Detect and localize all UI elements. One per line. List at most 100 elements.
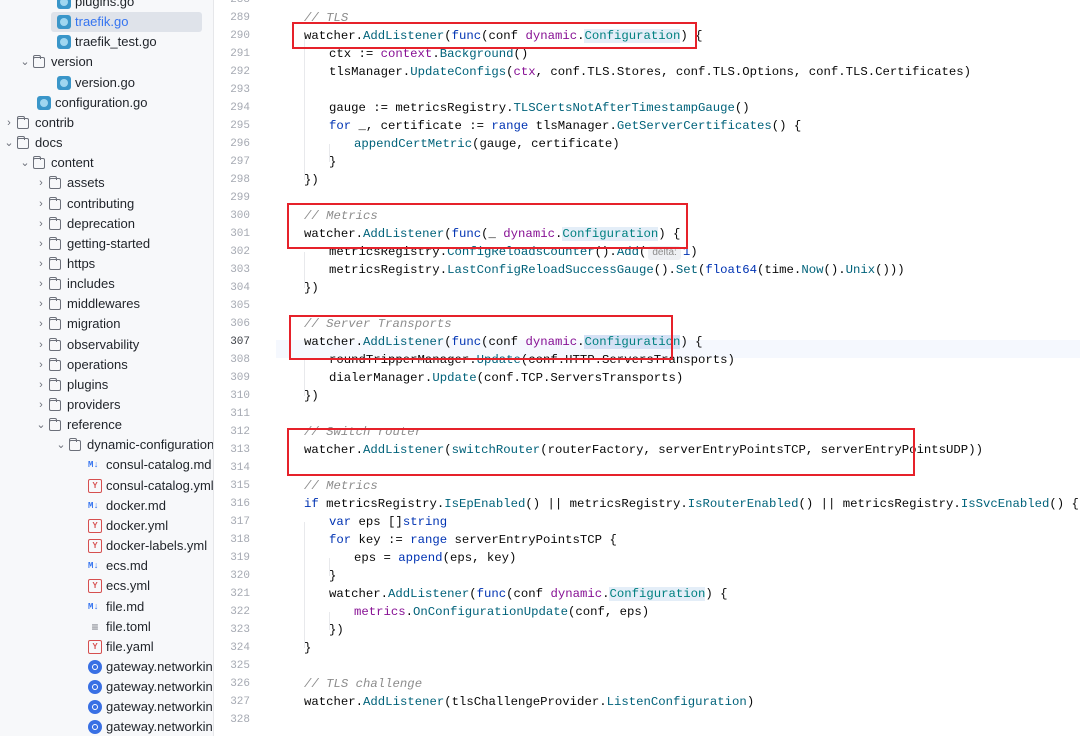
- chevron-right-icon[interactable]: ›: [3, 115, 15, 131]
- tree-item[interactable]: M↓ file.md: [0, 597, 213, 617]
- line-number: 319: [230, 552, 250, 564]
- chevron-right-icon[interactable]: ›: [35, 256, 47, 272]
- tree-item[interactable]: › https: [0, 254, 213, 274]
- folder-icon: [49, 236, 61, 250]
- tree-item[interactable]: › deprecation: [0, 214, 213, 234]
- code-line-318: for key := range serverEntryPointsTCP {: [329, 531, 617, 549]
- tree-item[interactable]: ⌄ version: [0, 52, 213, 72]
- line-number: 290: [230, 30, 250, 42]
- folder-icon: [49, 277, 61, 291]
- chevron-right-icon[interactable]: ›: [35, 316, 47, 332]
- tree-item-label: file.yaml: [106, 638, 154, 654]
- tree-item[interactable]: ⌄ reference: [0, 415, 213, 435]
- line-number: 326: [230, 678, 250, 690]
- line-number: 291: [230, 48, 250, 60]
- tok: }: [304, 641, 312, 655]
- tree-item[interactable]: M↓ docker.md: [0, 496, 213, 516]
- chevron-right-icon[interactable]: ›: [35, 377, 47, 393]
- line-number: 294: [230, 102, 250, 114]
- tree-item[interactable]: › assets: [0, 173, 213, 193]
- tree-item[interactable]: Ydocker.yml: [0, 516, 213, 536]
- tree-item[interactable]: › operations: [0, 355, 213, 375]
- tree-item[interactable]: › migration: [0, 314, 213, 334]
- tree-item-label: reference: [67, 417, 122, 433]
- folder-icon: [69, 438, 81, 452]
- line-number: 313: [230, 444, 250, 456]
- tok: () || metricsRegistry.: [798, 497, 961, 511]
- tok: }): [329, 623, 344, 637]
- tree-item[interactable]: Ydocker-labels.yml: [0, 536, 213, 556]
- tok: ): [690, 245, 698, 259]
- tree-item[interactable]: › middlewares: [0, 294, 213, 314]
- chevron-right-icon[interactable]: ›: [35, 357, 47, 373]
- tree-item[interactable]: Yecs.yml: [0, 576, 213, 596]
- tok: ctx: [513, 65, 536, 79]
- tree-item[interactable]: › contrib: [0, 113, 213, 133]
- tree-item[interactable]: ⌄ docs: [0, 133, 213, 153]
- tok: dialerManager.: [329, 371, 433, 385]
- tree-item[interactable]: Yconsul-catalog.yml: [0, 476, 213, 496]
- chevron-down-icon[interactable]: ⌄: [35, 417, 47, 433]
- line-number: 299: [230, 192, 250, 204]
- tree-item[interactable]: traefik_test.go: [0, 32, 213, 52]
- code-line-294: gauge := metricsRegistry.TLSCertsNotAfte…: [329, 99, 750, 117]
- chevron-right-icon[interactable]: ›: [35, 175, 47, 191]
- tree-item[interactable]: › observability: [0, 335, 213, 355]
- code-line-320: }: [329, 567, 336, 585]
- line-number: 304: [230, 282, 250, 294]
- ide-window: plugins.go traefik.go traefik_test.go ⌄ vers…: [0, 0, 1080, 736]
- tree-item[interactable]: › includes: [0, 274, 213, 294]
- yaml-file-icon: Y: [88, 639, 102, 654]
- code-line-321: watcher.AddListener(func(conf dynamic.Co…: [329, 585, 728, 603]
- tree-item[interactable]: gateway.networking: [0, 677, 213, 697]
- chevron-down-icon[interactable]: ⌄: [19, 155, 31, 171]
- tree-item[interactable]: › providers: [0, 395, 213, 415]
- tree-item-label: middlewares: [67, 296, 140, 312]
- chevron-down-icon[interactable]: ⌄: [55, 437, 67, 453]
- annotation-box-tls: [292, 22, 697, 49]
- chevron-down-icon[interactable]: ⌄: [3, 135, 15, 151]
- tree-item[interactable]: gateway.networking: [0, 717, 213, 736]
- tree-item[interactable]: › getting-started: [0, 234, 213, 254]
- tok: var: [329, 515, 352, 529]
- code-editor[interactable]: // TLS watcher.AddListener(func(conf dyn…: [276, 0, 1080, 736]
- chevron-right-icon[interactable]: ›: [35, 337, 47, 353]
- chevron-right-icon[interactable]: ›: [35, 216, 47, 232]
- chevron-right-icon[interactable]: ›: [35, 236, 47, 252]
- tree-item[interactable]: ⌄ content: [0, 153, 213, 173]
- tree-item[interactable]: version.go: [0, 73, 213, 93]
- tree-item[interactable]: configuration.go: [0, 93, 213, 113]
- tok: (time.: [757, 263, 802, 277]
- folder-icon: [49, 337, 61, 351]
- chevron-right-icon[interactable]: ›: [35, 296, 47, 312]
- tree-item[interactable]: traefik.go: [0, 12, 213, 33]
- tree-item[interactable]: M↓ consul-catalog.md: [0, 455, 213, 475]
- tok: (conf: [506, 587, 551, 601]
- tok: () {: [771, 119, 802, 133]
- chevron-down-icon[interactable]: ⌄: [19, 54, 31, 70]
- tree-item[interactable]: ≡ file.toml: [0, 617, 213, 637]
- line-number: 309: [230, 372, 250, 384]
- tree-item[interactable]: M↓ ecs.md: [0, 556, 213, 576]
- tree-item[interactable]: ⌄ dynamic-configuration: [0, 435, 213, 455]
- tree-item[interactable]: plugins.go: [0, 0, 213, 12]
- chevron-right-icon[interactable]: ›: [35, 196, 47, 212]
- tok: }: [329, 155, 337, 169]
- annotation-box-server-transports: [289, 315, 673, 360]
- chevron-right-icon[interactable]: ›: [35, 276, 47, 292]
- tree-item[interactable]: gateway.networking: [0, 657, 213, 677]
- tok: Set: [675, 263, 698, 277]
- tree-item[interactable]: Yfile.yaml: [0, 637, 213, 657]
- tok: ctx :=: [329, 47, 381, 61]
- tree-item-label: includes: [67, 276, 115, 292]
- comment: // Metrics: [304, 479, 378, 493]
- tree-item[interactable]: gateway.networking: [0, 697, 213, 717]
- tok: GetServerCertificates: [616, 119, 772, 133]
- tree-item-label: gateway.networking: [106, 658, 214, 674]
- comment: // TLS challenge: [304, 677, 423, 691]
- tree-item[interactable]: › contributing: [0, 194, 213, 214]
- tree-item-label: consul-catalog.md: [106, 457, 212, 473]
- tok: for: [329, 119, 352, 133]
- chevron-right-icon[interactable]: ›: [35, 397, 47, 413]
- tree-item[interactable]: › plugins: [0, 375, 213, 395]
